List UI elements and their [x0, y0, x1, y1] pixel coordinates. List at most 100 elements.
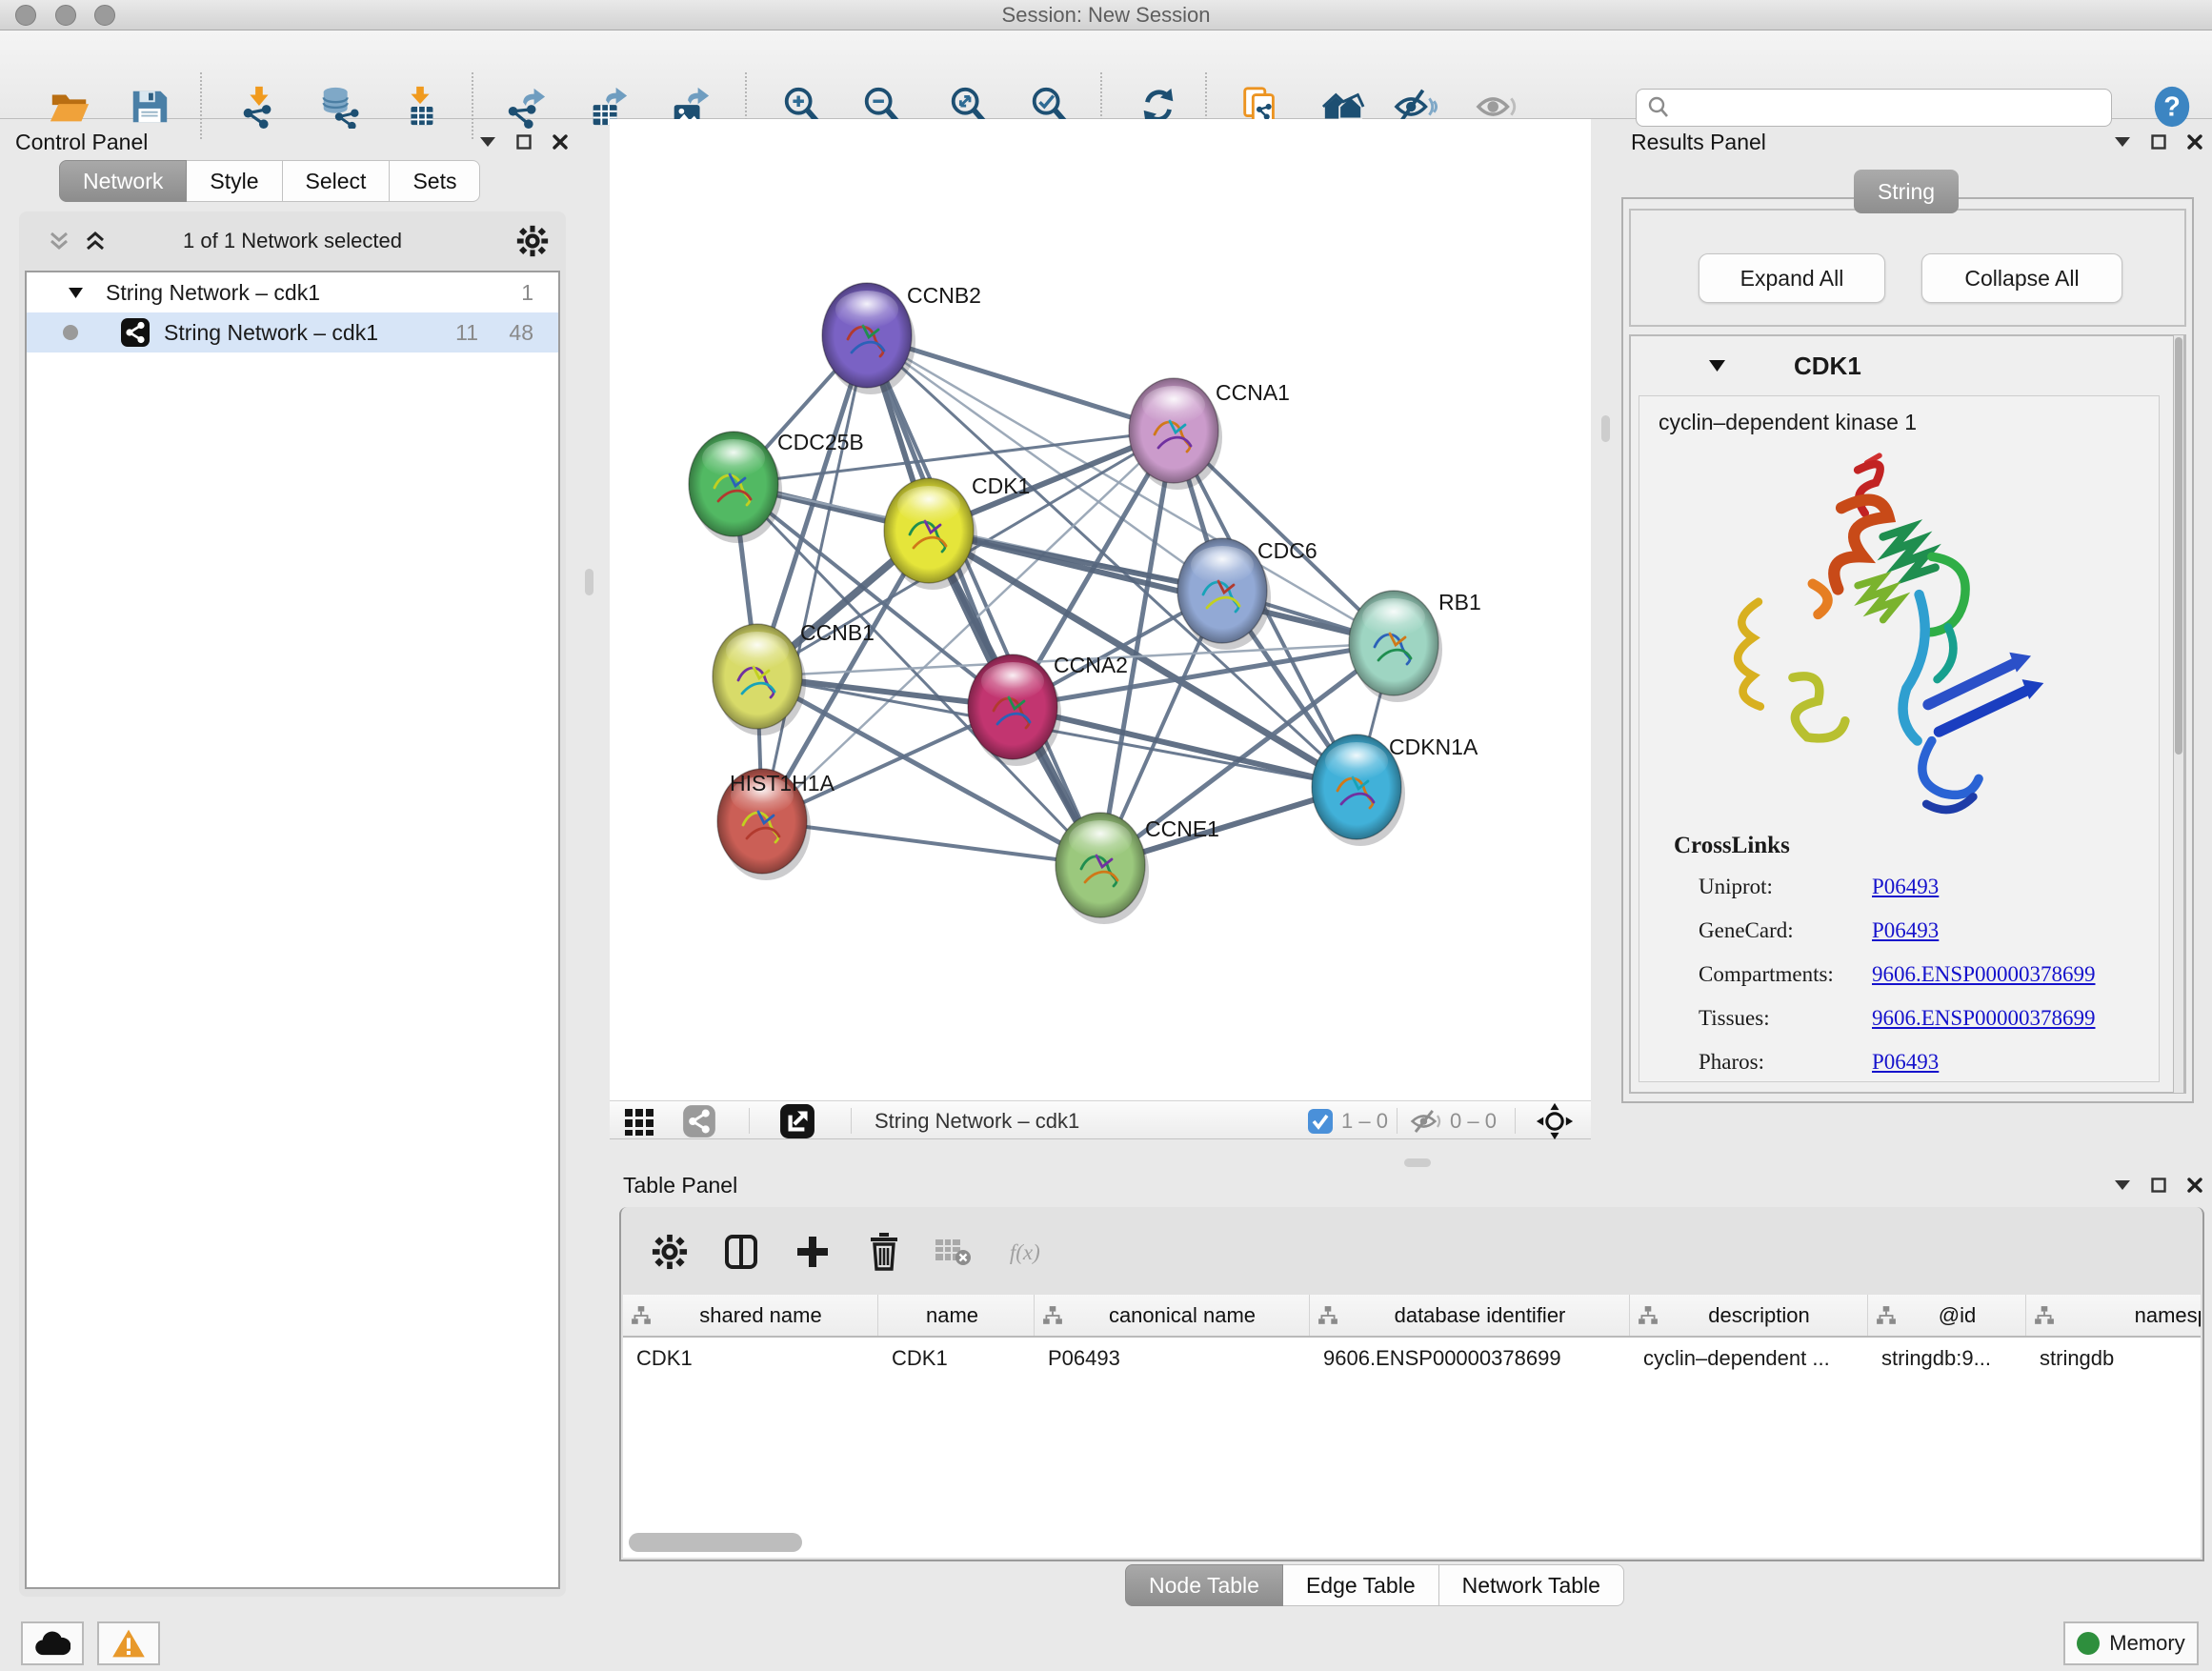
close-panel-icon[interactable]	[553, 134, 568, 150]
open-in-browser-icon[interactable]	[779, 1101, 815, 1140]
right-splitter-handle[interactable]	[1601, 415, 1610, 442]
collapse-all-button[interactable]: Collapse All	[1921, 253, 2122, 303]
panel-menu-icon[interactable]	[2115, 137, 2130, 147]
selected-checkbox-icon[interactable]	[1307, 1101, 1334, 1140]
node-CCNB1[interactable]	[713, 624, 806, 735]
tab-edge-table[interactable]: Edge Table	[1283, 1564, 1439, 1606]
crosslink-label: GeneCard:	[1699, 918, 1872, 943]
crosslink-row: Tissues:9606.ENSP00000378699	[1699, 1006, 2096, 1031]
tab-select[interactable]: Select	[283, 160, 391, 202]
save-session-icon[interactable]	[127, 84, 172, 130]
node-label-CDC6: CDC6	[1257, 538, 1317, 563]
edge-CCNB2-CCNE1[interactable]	[867, 335, 1100, 865]
node-CCNB2[interactable]	[822, 283, 915, 394]
node-CCNE1[interactable]	[1056, 813, 1149, 924]
table-horizontal-scrollbar-thumb[interactable]	[629, 1533, 802, 1552]
edge-HIST1H1A-CCNE1[interactable]	[762, 821, 1100, 865]
search-field[interactable]	[1636, 89, 2112, 127]
float-panel-icon[interactable]	[2151, 1178, 2166, 1193]
close-panel-icon[interactable]	[2187, 134, 2202, 150]
column-header-description[interactable]: description	[1630, 1295, 1868, 1336]
tab-string[interactable]: String	[1854, 170, 1959, 213]
show-columns-icon[interactable]	[719, 1230, 763, 1274]
import-network-from-database-icon[interactable]	[316, 84, 362, 130]
import-table-from-file-icon[interactable]	[397, 84, 443, 130]
center-view-crosshair-icon[interactable]	[1536, 1101, 1574, 1140]
tab-sets[interactable]: Sets	[390, 160, 480, 202]
column-header-database-identifier[interactable]: database identifier	[1310, 1295, 1630, 1336]
birdseye-grid-icon[interactable]	[623, 1101, 655, 1140]
float-panel-icon[interactable]	[516, 134, 532, 150]
create-column-icon[interactable]	[791, 1230, 835, 1274]
cloud-status-button[interactable]	[21, 1621, 84, 1665]
node-label-CCNB1: CCNB1	[800, 620, 875, 645]
network-row[interactable]: String Network – cdk1 11 48	[27, 312, 558, 352]
export-network-icon[interactable]	[502, 84, 548, 130]
protein-section-header[interactable]: CDK1	[1631, 336, 2184, 395]
warnings-button[interactable]	[97, 1621, 160, 1665]
crosslink-link[interactable]: P06493	[1872, 875, 1939, 898]
crosslink-link[interactable]: 9606.ENSP00000378699	[1872, 1006, 2096, 1030]
node-label-CCNB2: CCNB2	[907, 283, 981, 308]
panel-menu-icon[interactable]	[480, 137, 495, 147]
results-scrollbar-thumb[interactable]	[2175, 337, 2182, 755]
network-options-gear-icon[interactable]	[516, 225, 549, 257]
import-network-from-file-icon[interactable]	[235, 84, 281, 130]
help-icon[interactable]: ?	[2149, 84, 2195, 130]
column-header-name[interactable]: name	[878, 1295, 1035, 1336]
tab-network-table[interactable]: Network Table	[1439, 1564, 1624, 1606]
table-options-gear-icon[interactable]	[648, 1230, 692, 1274]
network-view-toolbar: String Network – cdk1 1 – 0 0 – 0	[610, 1100, 1591, 1139]
tab-node-table[interactable]: Node Table	[1125, 1564, 1283, 1606]
node-CDK1[interactable]	[884, 478, 977, 590]
search-input[interactable]	[1671, 97, 2090, 119]
crosslink-link[interactable]: 9606.ENSP00000378699	[1872, 962, 2096, 986]
minimize-window-button[interactable]	[55, 5, 76, 26]
crosslink-link[interactable]: P06493	[1872, 1050, 1939, 1074]
expand-all-button[interactable]: Expand All	[1699, 253, 1885, 303]
node-CDC25B[interactable]	[689, 432, 782, 543]
close-panel-icon[interactable]	[2187, 1178, 2202, 1193]
table-cell[interactable]: P06493	[1035, 1339, 1310, 1378]
column-header-namespace[interactable]: namespace	[2026, 1295, 2201, 1336]
table-cell[interactable]: stringdb:9...	[1868, 1339, 2026, 1378]
network-collection-row[interactable]: String Network – cdk1 1	[27, 272, 558, 312]
node-CCNA2[interactable]	[968, 654, 1061, 766]
panel-menu-icon[interactable]	[2115, 1180, 2130, 1190]
table-cell[interactable]: CDK1	[623, 1339, 878, 1378]
collection-expander-icon[interactable]	[69, 288, 83, 298]
network-canvas[interactable]: CCNB2CCNA1CDC25BCDK1CDC6RB1CCNB1CCNA2CDK…	[610, 119, 1591, 1100]
svg-text:f(x): f(x)	[1010, 1240, 1040, 1264]
open-session-icon[interactable]	[47, 84, 92, 130]
crosslink-link[interactable]: P06493	[1872, 918, 1939, 942]
node-RB1[interactable]	[1349, 591, 1442, 702]
left-splitter-handle[interactable]	[585, 569, 593, 595]
edge-CCNA2-CDKN1A[interactable]	[1013, 707, 1357, 787]
section-expander-icon[interactable]	[1709, 360, 1725, 372]
svg-text:?: ?	[2163, 92, 2181, 123]
close-window-button[interactable]	[15, 5, 36, 26]
crosslinks-heading: CrossLinks	[1674, 833, 1790, 859]
column-header-label: @id	[1897, 1303, 2025, 1328]
string-badge-icon[interactable]	[682, 1101, 716, 1140]
float-panel-icon[interactable]	[2151, 134, 2166, 150]
table-cell[interactable]: stringdb	[2026, 1339, 2201, 1378]
table-panel-title: Table Panel	[623, 1173, 737, 1198]
column-header-canonical-name[interactable]: canonical name	[1035, 1295, 1310, 1336]
table-cell[interactable]: cyclin–dependent ...	[1630, 1339, 1868, 1378]
node-CCNA1[interactable]	[1129, 378, 1222, 490]
table-row[interactable]: CDK1CDK1P064939606.ENSP00000378699cyclin…	[623, 1339, 2201, 1378]
results-scrollbar[interactable]	[2173, 334, 2184, 1094]
maximize-window-button[interactable]	[94, 5, 115, 26]
toolbar-separator	[749, 1108, 750, 1134]
network-selected-status: 1 of 1 Network selected	[19, 229, 566, 253]
crosslink-row: Compartments:9606.ENSP00000378699	[1699, 962, 2096, 987]
table-cell[interactable]: 9606.ENSP00000378699	[1310, 1339, 1630, 1378]
memory-button[interactable]: Memory	[2063, 1621, 2199, 1665]
tab-network[interactable]: Network	[59, 160, 187, 202]
column-header--id[interactable]: @id	[1868, 1295, 2026, 1336]
column-header-shared-name[interactable]: shared name	[623, 1295, 878, 1336]
delete-column-trash-icon[interactable]	[862, 1230, 906, 1274]
tab-style[interactable]: Style	[187, 160, 282, 202]
table-cell[interactable]: CDK1	[878, 1339, 1035, 1378]
